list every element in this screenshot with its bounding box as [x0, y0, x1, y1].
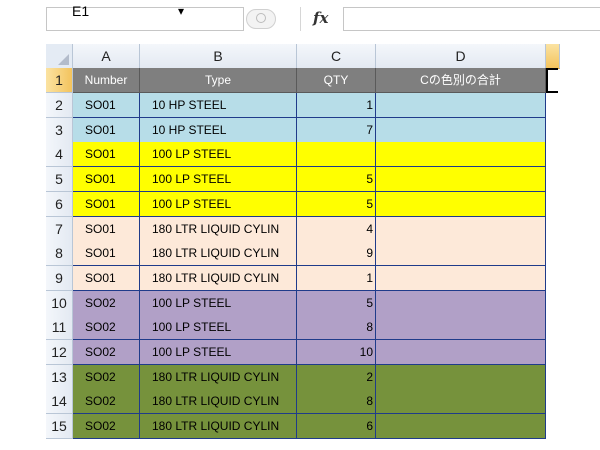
- cell-color-total[interactable]: [376, 291, 546, 316]
- cell-qty[interactable]: 4: [297, 217, 376, 242]
- cell-type[interactable]: 180 LTR LIQUID CYLIN: [140, 365, 297, 390]
- cell-color-total[interactable]: [376, 93, 546, 118]
- cell-qty[interactable]: 6: [297, 414, 376, 439]
- cell-color-total[interactable]: [376, 414, 546, 439]
- active-cell-e1[interactable]: [546, 68, 558, 93]
- row-header-5[interactable]: 5: [46, 167, 73, 192]
- cell-number[interactable]: SO02: [73, 389, 140, 414]
- column-header-a[interactable]: A: [73, 44, 140, 69]
- formula-bar-divider: [300, 7, 301, 31]
- cell-qty[interactable]: 8: [297, 315, 376, 340]
- cell-number[interactable]: SO02: [73, 340, 140, 365]
- cell-type[interactable]: 180 LTR LIQUID CYLIN: [140, 241, 297, 266]
- cell-qty[interactable]: 8: [297, 389, 376, 414]
- column-header-b[interactable]: B: [140, 44, 297, 69]
- cell-type[interactable]: 180 LTR LIQUID CYLIN: [140, 217, 297, 242]
- cell-number[interactable]: SO01: [73, 167, 140, 192]
- cell-number[interactable]: SO01: [73, 118, 140, 143]
- row-header-2[interactable]: 2: [46, 93, 73, 118]
- select-all-button[interactable]: [46, 44, 73, 69]
- row-header-14[interactable]: 14: [46, 389, 73, 414]
- cell-color-total[interactable]: [376, 217, 546, 242]
- row-header-11[interactable]: 11: [46, 315, 73, 340]
- cell-qty[interactable]: 1: [297, 93, 376, 118]
- cell-color-total[interactable]: [376, 315, 546, 340]
- cell-type[interactable]: 180 LTR LIQUID CYLIN: [140, 414, 297, 439]
- cell-number[interactable]: SO01: [73, 241, 140, 266]
- cell-color-total[interactable]: [376, 266, 546, 291]
- cell-type[interactable]: 10 HP STEEL: [140, 93, 297, 118]
- row-header-4[interactable]: 4: [46, 142, 73, 167]
- cell-number[interactable]: SO02: [73, 291, 140, 316]
- header-cell-number[interactable]: Number: [73, 68, 140, 93]
- cell-type[interactable]: 100 LP STEEL: [140, 315, 297, 340]
- cell-color-total[interactable]: [376, 118, 546, 143]
- row-header-15[interactable]: 15: [46, 414, 73, 439]
- cell-qty[interactable]: 5: [297, 291, 376, 316]
- row-header-8[interactable]: 8: [46, 241, 73, 266]
- cell-color-total[interactable]: [376, 192, 546, 217]
- cell-color-total[interactable]: [376, 365, 546, 390]
- header-cell-color-total[interactable]: Cの色別の合計: [376, 68, 546, 93]
- cancel-icon: [256, 13, 266, 23]
- cell-qty[interactable]: 5: [297, 167, 376, 192]
- cell-qty[interactable]: 10: [297, 340, 376, 365]
- row-header-13[interactable]: 13: [46, 365, 73, 390]
- cell-qty[interactable]: 9: [297, 241, 376, 266]
- column-header-c[interactable]: C: [297, 44, 376, 69]
- select-all-icon: [58, 54, 69, 65]
- formula-input[interactable]: [343, 7, 600, 31]
- cell-number[interactable]: SO01: [73, 93, 140, 118]
- insert-function-icon[interactable]: fx: [313, 9, 328, 27]
- row-header-9[interactable]: 9: [46, 266, 73, 291]
- formula-bar: E1 ▾ fx: [0, 0, 600, 38]
- cell-color-total[interactable]: [376, 241, 546, 266]
- name-box-dropdown-icon[interactable]: ▾: [178, 4, 184, 18]
- cell-number[interactable]: SO01: [73, 266, 140, 291]
- cell-number[interactable]: SO01: [73, 142, 140, 167]
- cell-color-total[interactable]: [376, 142, 546, 167]
- cell-qty[interactable]: 2: [297, 365, 376, 390]
- cell-type[interactable]: 180 LTR LIQUID CYLIN: [140, 266, 297, 291]
- cell-number[interactable]: SO02: [73, 315, 140, 340]
- cell-qty[interactable]: 7: [297, 118, 376, 143]
- cell-qty[interactable]: 5: [297, 192, 376, 217]
- row-header-6[interactable]: 6: [46, 192, 73, 217]
- cell-number[interactable]: SO02: [73, 414, 140, 439]
- cell-type[interactable]: 100 LP STEEL: [140, 192, 297, 217]
- row-header-1[interactable]: 1: [46, 68, 73, 93]
- cell-qty[interactable]: 1: [297, 266, 376, 291]
- cell-color-total[interactable]: [376, 389, 546, 414]
- cell-number[interactable]: SO01: [73, 217, 140, 242]
- row-header-7[interactable]: 7: [46, 217, 73, 242]
- name-box-value: E1: [72, 3, 90, 19]
- cell-type[interactable]: 180 LTR LIQUID CYLIN: [140, 389, 297, 414]
- cell-number[interactable]: SO02: [73, 365, 140, 390]
- cell-type[interactable]: 100 LP STEEL: [140, 291, 297, 316]
- column-headers: A B C D: [0, 44, 600, 69]
- cell-type[interactable]: 100 LP STEEL: [140, 142, 297, 167]
- cell-type[interactable]: 10 HP STEEL: [140, 118, 297, 143]
- cell-qty[interactable]: [297, 142, 376, 167]
- row-header-12[interactable]: 12: [46, 340, 73, 365]
- row-header-10[interactable]: 10: [46, 291, 73, 316]
- cell-color-total[interactable]: [376, 167, 546, 192]
- row-header-3[interactable]: 3: [46, 118, 73, 143]
- cell-color-total[interactable]: [376, 340, 546, 365]
- header-cell-type[interactable]: Type: [140, 68, 297, 93]
- cell-number[interactable]: SO01: [73, 192, 140, 217]
- column-header-d[interactable]: D: [376, 44, 546, 69]
- column-header-e[interactable]: [546, 44, 560, 69]
- cell-type[interactable]: 100 LP STEEL: [140, 167, 297, 192]
- cell-type[interactable]: 100 LP STEEL: [140, 340, 297, 365]
- header-cell-qty[interactable]: QTY: [297, 68, 376, 93]
